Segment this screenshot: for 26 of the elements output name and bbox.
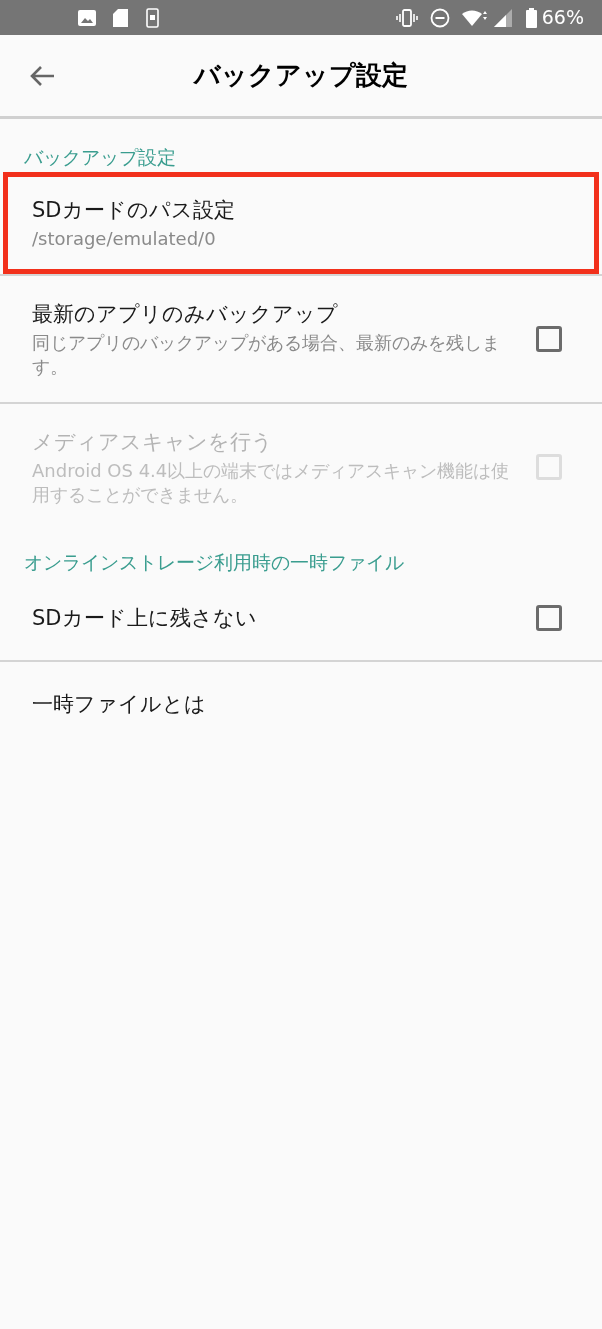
checkbox[interactable] bbox=[536, 605, 562, 631]
item-title: 最新のアプリのみバックアップ bbox=[32, 300, 339, 328]
toolbar-title: バックアップ設定 bbox=[194, 59, 408, 92]
section-header: バックアップ設定 bbox=[23, 145, 177, 170]
item-summary: /storage/emulated/0 bbox=[32, 226, 217, 251]
preference-item[interactable]: SDカードのパス設定 /storage/emulated/0 bbox=[3, 171, 599, 274]
item-title: 一時ファイルとは bbox=[32, 691, 207, 718]
image-icon bbox=[78, 9, 96, 26]
do-not-disturb-icon bbox=[429, 7, 450, 28]
preference-item[interactable]: 一時ファイルとは bbox=[3, 662, 599, 746]
item-title: SDカードのパス設定 bbox=[32, 196, 236, 224]
back-arrow-icon bbox=[29, 64, 55, 87]
preference-item[interactable]: SDカード上に残さない bbox=[3, 576, 599, 660]
item-title: メディアスキャンを行う bbox=[32, 428, 274, 456]
battery-level: 66% bbox=[541, 5, 584, 31]
sd-card-icon bbox=[113, 8, 128, 27]
checkbox[interactable] bbox=[536, 325, 562, 352]
wifi-icon bbox=[461, 8, 488, 27]
vibrate-icon bbox=[395, 8, 418, 27]
item-summary: 同じアプリのバックアップがある場合、最新のみを残します。 bbox=[32, 330, 501, 379]
section-header: オンラインストレージ利用時の一時ファイル bbox=[23, 549, 405, 575]
preference-item[interactable]: 最新のアプリのみバックアップ 同じアプリのバックアップがある場合、最新のみを残します。 bbox=[3, 275, 599, 402]
item-title: SDカード上に残さない bbox=[32, 605, 258, 632]
battery-icon bbox=[525, 7, 537, 28]
phone-icon bbox=[146, 7, 159, 28]
item-summary: Android OS 4.4以上の端末ではメディアスキャン機能は使用することができません。 bbox=[32, 458, 511, 507]
